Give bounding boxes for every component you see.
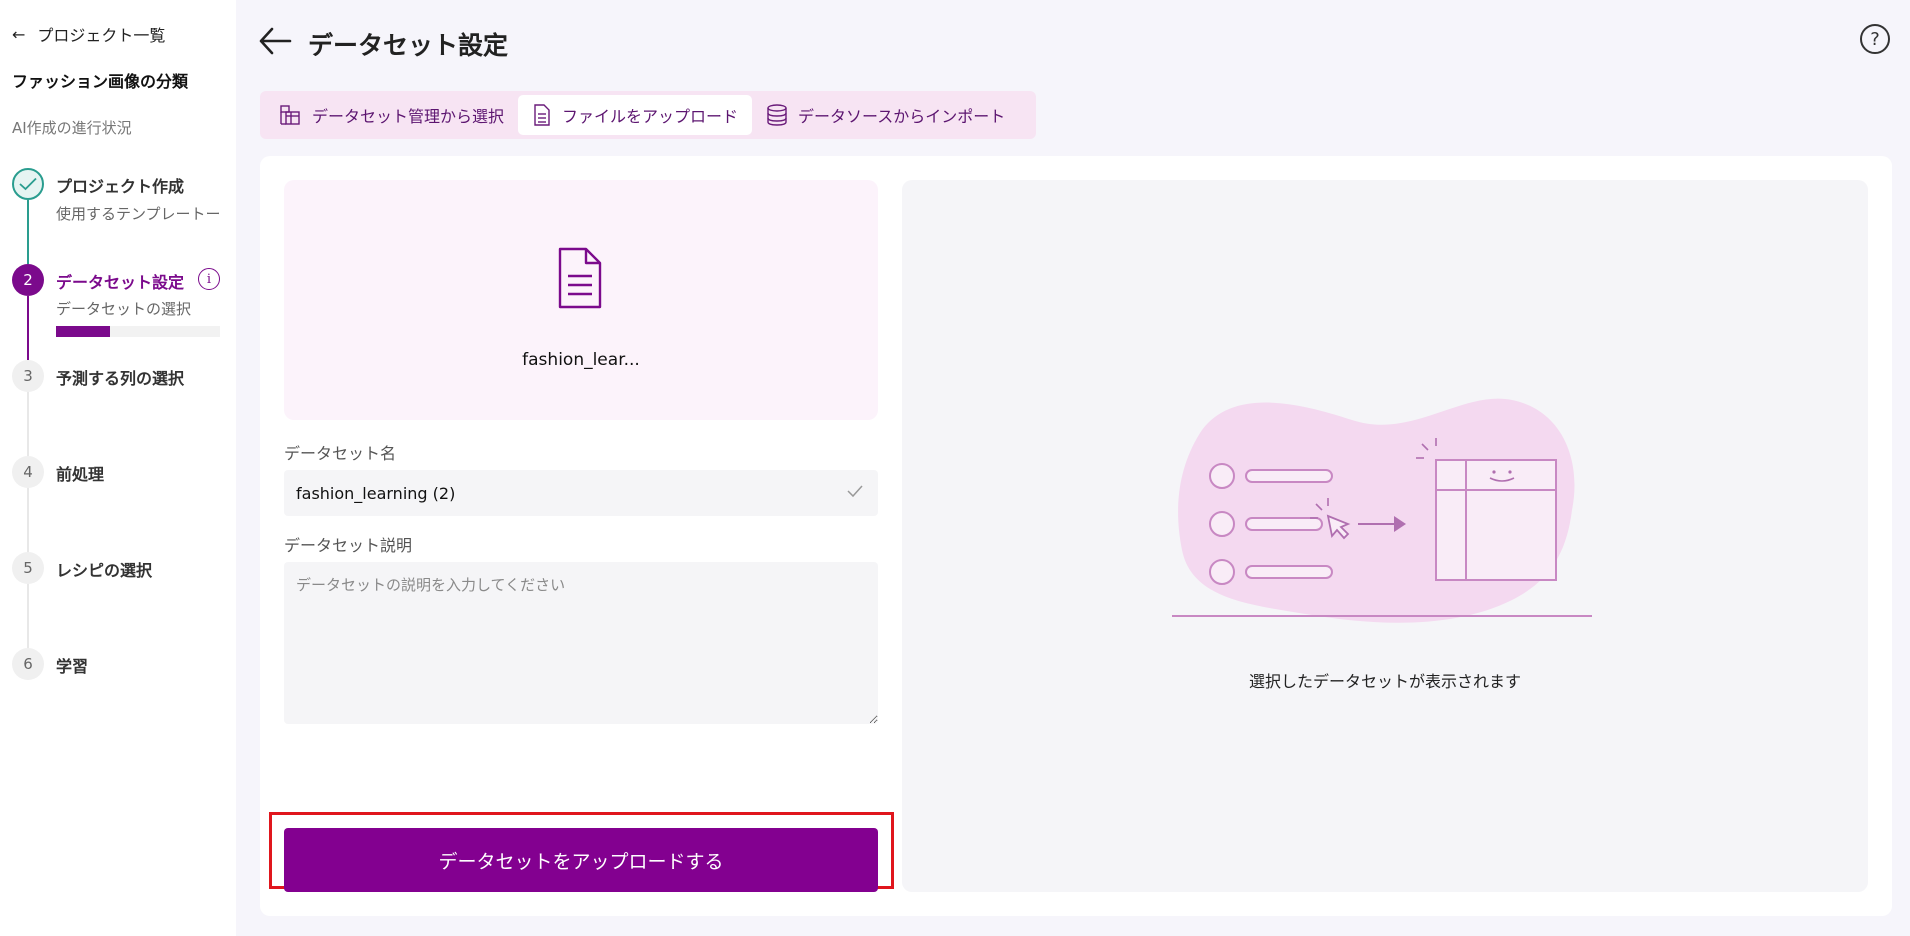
main-content: データセット設定 ? データセット管理から選択 ファイルをアップロード データソ…	[236, 0, 1910, 936]
upload-dataset-button[interactable]: データセットをアップロードする	[284, 828, 878, 892]
tab-label: データソースからインポート	[798, 107, 1006, 126]
upload-card: fashion_lear... データセット名 fashion_learning…	[260, 156, 1892, 916]
dataset-manage-icon	[278, 103, 302, 127]
help-icon[interactable]: ?	[1860, 24, 1890, 54]
tab-label: ファイルをアップロード	[562, 107, 739, 126]
step-connector	[27, 488, 29, 552]
dataset-preview-panel: 選択したデータセットが表示されます	[902, 180, 1868, 892]
back-arrow-icon: ←	[12, 24, 26, 44]
tab-file-upload[interactable]: ファイルをアップロード	[518, 95, 753, 135]
document-icon	[556, 246, 604, 314]
page-header: データセット設定	[258, 26, 508, 62]
tab-dataset-manage[interactable]: データセット管理から選択	[264, 95, 518, 135]
step-connector	[27, 392, 29, 456]
source-tabs: データセット管理から選択 ファイルをアップロード データソースからインポート	[260, 91, 1036, 139]
file-dropzone[interactable]: fashion_lear...	[284, 180, 878, 420]
step-3-number: 3	[12, 360, 44, 392]
project-name: ファッション画像の分類	[12, 72, 189, 91]
preview-empty-text: 選択したデータセットが表示されます	[1248, 672, 1521, 691]
database-icon	[766, 103, 788, 127]
dataset-name-field[interactable]: fashion_learning (2)	[284, 470, 878, 516]
file-icon	[532, 103, 552, 127]
back-arrow-icon[interactable]	[258, 26, 292, 62]
tab-datasource-import[interactable]: データソースからインポート	[752, 95, 1019, 135]
step-4-number: 4	[12, 456, 44, 488]
back-to-projects-link[interactable]: ← プロジェクト一覧	[12, 22, 165, 46]
dataset-description-field[interactable]	[284, 562, 878, 724]
sidebar: ← プロジェクト一覧 ファッション画像の分類 AI作成の進行状況 プロジェクト作…	[0, 0, 236, 936]
step-2-progress-bar	[56, 326, 220, 337]
step-6-label[interactable]: 学習	[56, 653, 88, 677]
step-5-number: 5	[12, 552, 44, 584]
step-6-number: 6	[12, 648, 44, 680]
progress-title: AI作成の進行状況	[12, 119, 132, 137]
empty-preview-illustration	[1172, 380, 1600, 644]
step-1-label[interactable]: プロジェクト作成	[56, 173, 184, 197]
step-connector	[27, 296, 29, 360]
check-icon	[846, 483, 864, 503]
step-2-number: 2	[12, 264, 44, 296]
step-5-label[interactable]: レシピの選択	[56, 557, 152, 581]
step-connector	[27, 584, 29, 648]
dataset-description-label: データセット説明	[284, 536, 413, 555]
uploaded-file-name: fashion_lear...	[522, 350, 640, 370]
dataset-name-value: fashion_learning (2)	[296, 483, 456, 503]
step-2-label[interactable]: データセット設定	[56, 269, 184, 293]
step-2-sub: データセットの選択	[56, 300, 192, 318]
back-link-label: プロジェクト一覧	[37, 26, 166, 45]
step-4-label[interactable]: 前処理	[56, 461, 104, 485]
info-icon[interactable]: i	[198, 268, 220, 290]
page-title: データセット設定	[308, 31, 509, 60]
tab-label: データセット管理から選択	[312, 107, 505, 126]
dataset-name-label: データセット名	[284, 444, 397, 463]
step-2-progress-fill	[56, 326, 111, 337]
step-3-label[interactable]: 予測する列の選択	[56, 365, 184, 389]
step-connector	[27, 200, 29, 264]
step-1-sub: 使用するテンプレートー	[56, 205, 221, 223]
step-1-check-icon	[12, 168, 44, 200]
